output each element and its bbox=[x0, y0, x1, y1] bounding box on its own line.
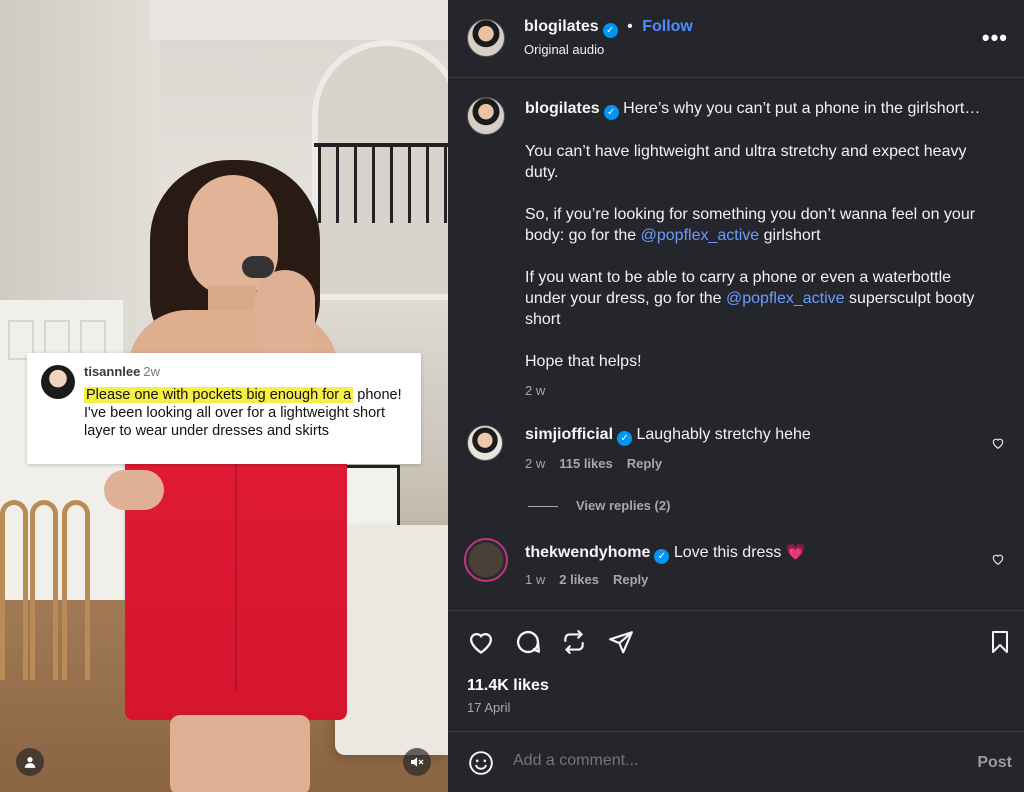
mention-link[interactable]: @popflex_active bbox=[726, 290, 845, 307]
comment-button[interactable] bbox=[513, 627, 543, 657]
mute-icon bbox=[411, 757, 424, 767]
heart-icon[interactable] bbox=[991, 436, 1005, 450]
caption-paragraph: So, if you’re looking for something you … bbox=[525, 204, 995, 246]
view-replies-button[interactable]: View replies (2) bbox=[528, 498, 670, 513]
caption-paragraph: Hope that helps! bbox=[525, 353, 642, 370]
heart-emoji: 💗 bbox=[785, 544, 806, 561]
mute-button[interactable] bbox=[403, 748, 431, 776]
follow-button[interactable]: Follow bbox=[642, 18, 693, 35]
background-stool bbox=[0, 500, 28, 680]
like-icon bbox=[469, 633, 493, 654]
comment-meta: 2 w 115 likes Reply bbox=[525, 456, 662, 471]
caption-line1: Here’s why you can’t put a phone in the … bbox=[623, 100, 981, 117]
comment-likes[interactable]: 2 likes bbox=[559, 572, 599, 587]
comment-item: thekwendyhome ✓ Love this dress 💗 1 w 2 li… bbox=[464, 538, 1011, 600]
overlay-username-line: tisannlee 2w bbox=[84, 364, 160, 379]
comment-item: simjiofficial ✓ Laughably stretchy hehe 2… bbox=[466, 424, 1011, 484]
commenter-avatar[interactable] bbox=[467, 425, 503, 461]
overlay-time: 2w bbox=[143, 364, 160, 379]
person-hand bbox=[104, 470, 164, 510]
heart-icon[interactable] bbox=[991, 552, 1005, 566]
overlay-comment-text: Please one with pockets big enough for a… bbox=[84, 386, 409, 440]
comment-likes[interactable]: 115 likes bbox=[559, 456, 613, 471]
background-stool bbox=[30, 500, 58, 680]
person-arm bbox=[255, 270, 315, 365]
person-legs bbox=[170, 715, 310, 792]
save-button[interactable] bbox=[985, 627, 1015, 657]
caption-avatar[interactable] bbox=[467, 97, 505, 135]
reply-button[interactable]: Reply bbox=[627, 456, 662, 471]
likes-count[interactable]: 11.4K likes bbox=[467, 677, 549, 695]
post-comment-button[interactable]: Post bbox=[977, 754, 1012, 772]
share-icon bbox=[564, 630, 584, 654]
author-username[interactable]: blogilates bbox=[524, 18, 599, 35]
background-sofa bbox=[335, 525, 448, 755]
background-ceiling bbox=[150, 0, 448, 40]
save-icon bbox=[992, 631, 1008, 653]
video-player[interactable]: tisannlee 2w Please one with pockets big … bbox=[0, 0, 448, 792]
share-button[interactable] bbox=[559, 627, 589, 657]
more-options-button[interactable]: ••• bbox=[982, 25, 1008, 51]
comment-input[interactable] bbox=[513, 752, 933, 770]
caption-username[interactable]: blogilates bbox=[525, 100, 600, 117]
mention-link[interactable]: @popflex_active bbox=[641, 227, 760, 244]
comment-text: Laughably stretchy hehe bbox=[636, 426, 811, 443]
comment-text: Love this dress bbox=[673, 544, 782, 561]
post-date: 17 April bbox=[467, 700, 511, 715]
user-icon bbox=[24, 757, 36, 768]
send-icon bbox=[609, 631, 633, 654]
post-panel: blogilates ✓ • Follow Original audio ••• … bbox=[448, 0, 1024, 792]
commenter-username[interactable]: simjiofficial bbox=[525, 426, 613, 443]
comment-text-line: thekwendyhome ✓ Love this dress 💗 bbox=[525, 542, 965, 564]
reply-button[interactable]: Reply bbox=[613, 572, 648, 587]
caption-paragraph: If you want to be able to carry a phone … bbox=[525, 267, 995, 330]
caption-time[interactable]: 2 w bbox=[525, 380, 995, 401]
verified-icon: ✓ bbox=[603, 105, 619, 120]
caption-paragraph: You can’t have lightweight and ultra str… bbox=[525, 143, 967, 181]
microphone bbox=[242, 256, 274, 278]
verified-icon: ✓ bbox=[617, 431, 633, 446]
background-stool bbox=[62, 500, 90, 680]
overlay-username: tisannlee bbox=[84, 364, 141, 379]
emoji-icon bbox=[469, 751, 493, 775]
commenter-avatar[interactable] bbox=[464, 538, 508, 582]
audio-label[interactable]: Original audio bbox=[524, 42, 604, 57]
separator-dot: • bbox=[627, 18, 633, 35]
send-button[interactable] bbox=[606, 627, 636, 657]
emoji-button[interactable] bbox=[468, 750, 494, 781]
commenter-username[interactable]: thekwendyhome bbox=[525, 544, 650, 561]
verified-icon: ✓ bbox=[654, 549, 670, 564]
overlay-avatar bbox=[41, 365, 75, 399]
tagged-users-button[interactable] bbox=[16, 748, 44, 776]
overlay-highlight: Please one with pockets big enough for a bbox=[84, 387, 354, 403]
comment-time: 2 w bbox=[525, 456, 546, 471]
author-line: blogilates ✓ • Follow bbox=[524, 18, 693, 38]
author-avatar[interactable] bbox=[467, 19, 505, 57]
verified-icon: ✓ bbox=[602, 23, 618, 38]
comment-text-line: simjiofficial ✓ Laughably stretchy hehe bbox=[525, 426, 965, 446]
comment-composer: Post bbox=[448, 731, 1024, 792]
comment-icon bbox=[516, 631, 541, 654]
comment-meta: 1 w 2 likes Reply bbox=[525, 572, 648, 587]
background-railing bbox=[314, 145, 448, 223]
comment-time: 1 w bbox=[525, 572, 546, 587]
video-comment-overlay: tisannlee 2w Please one with pockets big … bbox=[27, 353, 421, 464]
post-caption: blogilates ✓ Here’s why you can’t put a p… bbox=[525, 98, 995, 401]
post-header: blogilates ✓ • Follow Original audio ••• bbox=[448, 0, 1024, 78]
caption-text: girlshort bbox=[763, 227, 821, 244]
like-button[interactable] bbox=[466, 627, 496, 657]
